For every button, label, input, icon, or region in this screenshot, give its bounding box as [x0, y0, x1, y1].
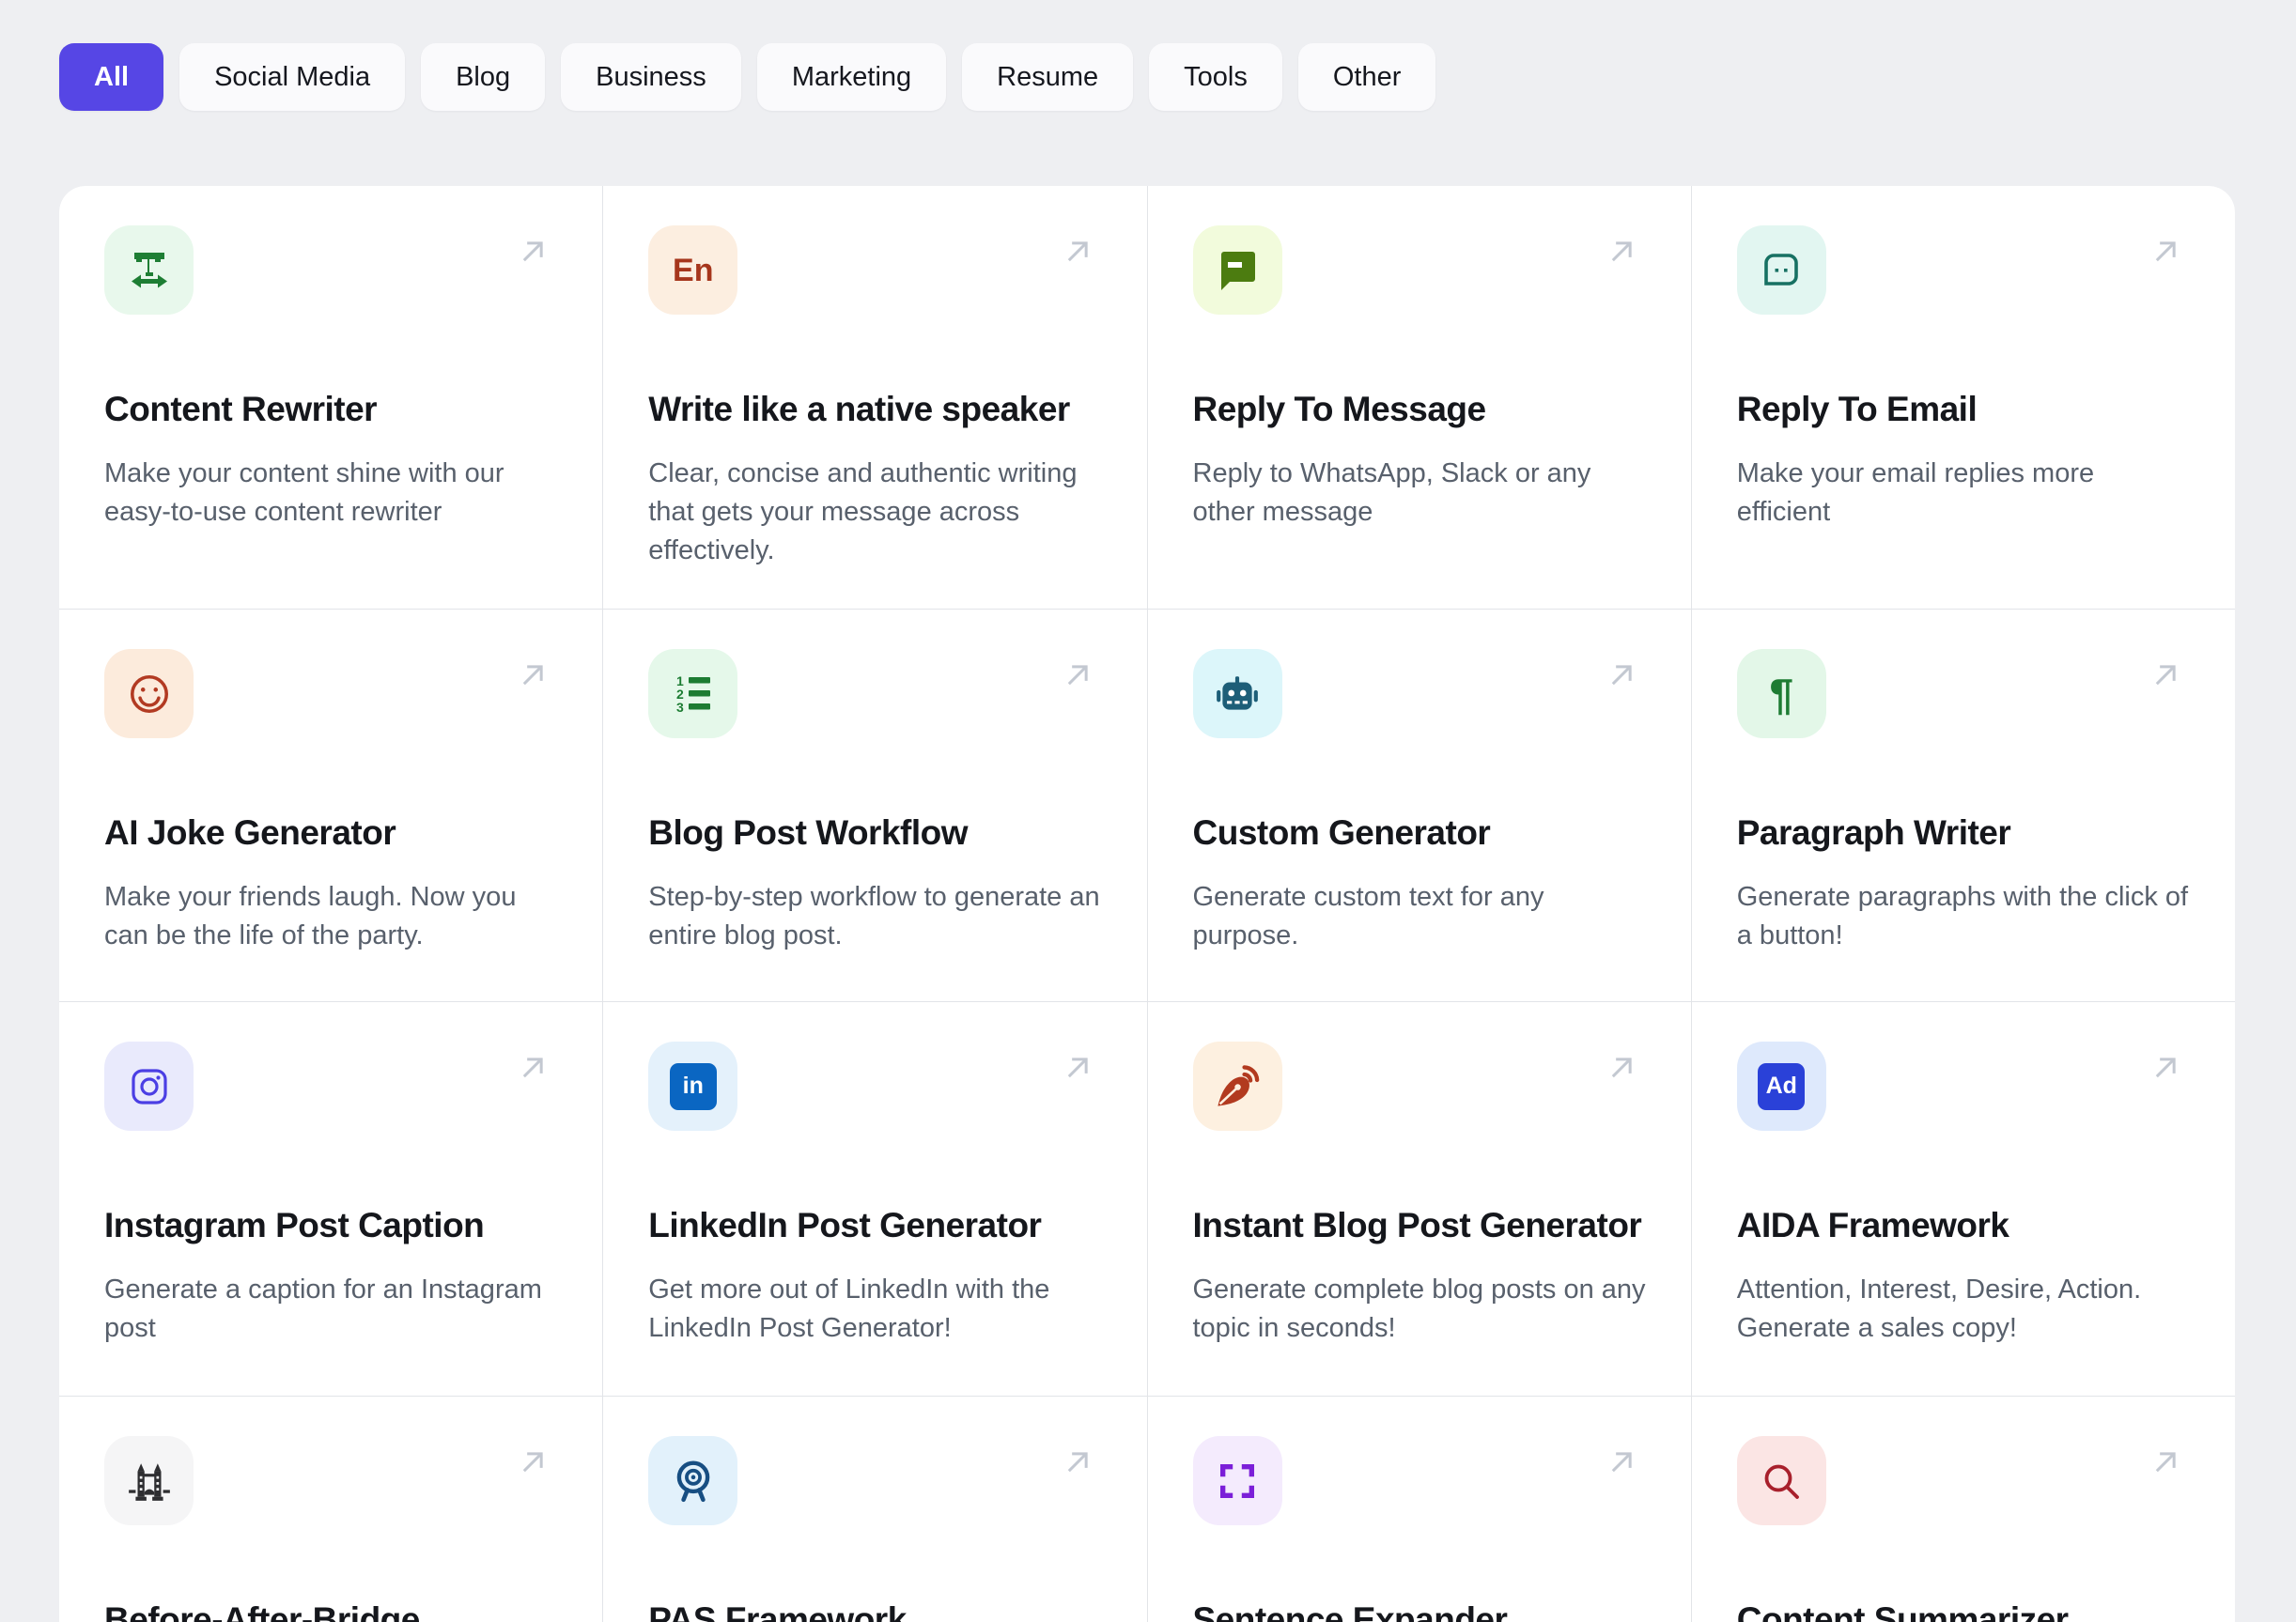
filter-chip-social-media[interactable]: Social Media — [179, 43, 406, 111]
card-sentence-expander[interactable]: Sentence Expander — [1147, 1397, 1691, 1622]
card-custom-generator[interactable]: Custom Generator Generate custom text fo… — [1147, 610, 1691, 1001]
linkedin-badge: in — [669, 1062, 717, 1110]
svg-text:3: 3 — [676, 700, 684, 715]
open-in-new-arrow-icon[interactable] — [1603, 1444, 1640, 1481]
filter-bar: All Social Media Blog Business Marketing… — [59, 43, 1436, 111]
ad-badge: Ad — [1758, 1062, 1806, 1110]
card-pas-framework[interactable]: PAS Framework — [603, 1397, 1147, 1622]
card-title: Instagram Post Caption — [104, 1206, 485, 1244]
card-content-rewriter[interactable]: Content Rewriter Make your content shine… — [59, 186, 603, 609]
card-title: Paragraph Writer — [1736, 813, 2011, 852]
open-in-new-arrow-icon[interactable] — [2147, 657, 2184, 694]
card-title: Sentence Expander — [1192, 1600, 1508, 1622]
filter-chip-blog[interactable]: Blog — [421, 43, 546, 111]
card-description: Generate paragraphs with the click of a … — [1736, 882, 2189, 950]
filter-chip-resume[interactable]: Resume — [962, 43, 1134, 111]
card-description: Clear, concise and authentic writing tha… — [648, 458, 1078, 565]
card-title: Content Rewriter — [104, 390, 378, 428]
card-description: Make your friends laugh. Now you can be … — [104, 882, 517, 950]
card-description: Make your email replies more efficient — [1736, 458, 2095, 527]
card-description: Step-by-step workflow to generate an ent… — [648, 882, 1100, 950]
pilcrow-icon: ¶ — [1736, 649, 1826, 738]
filter-chip-business[interactable]: Business — [561, 43, 741, 111]
open-in-new-arrow-icon[interactable] — [514, 1049, 551, 1087]
card-title: AI Joke Generator — [104, 813, 396, 852]
linkedin-icon: in — [648, 1042, 738, 1131]
card-description: Generate complete blog posts on any topi… — [1192, 1274, 1646, 1343]
card-reply-to-message[interactable]: Reply To Message Reply to WhatsApp, Slac… — [1147, 186, 1691, 609]
numbered-list-icon: 1 2 3 — [648, 649, 738, 738]
card-instagram-post-caption[interactable]: Instagram Post Caption Generate a captio… — [59, 1002, 603, 1396]
open-in-new-arrow-icon[interactable] — [1059, 233, 1096, 270]
template-grid: Content Rewriter Make your content shine… — [59, 186, 2235, 1622]
open-in-new-arrow-icon[interactable] — [514, 657, 551, 694]
card-description: Make your content shine with our easy-to… — [104, 458, 504, 527]
card-description: Reply to WhatsApp, Slack or any other me… — [1192, 458, 1591, 527]
open-in-new-arrow-icon[interactable] — [2147, 1049, 2184, 1087]
open-in-new-arrow-icon[interactable] — [1603, 657, 1640, 694]
card-title: Write like a native speaker — [648, 390, 1070, 428]
ad-badge-icon: Ad — [1736, 1042, 1826, 1131]
card-title: AIDA Framework — [1736, 1206, 2009, 1244]
card-title: LinkedIn Post Generator — [648, 1206, 1042, 1244]
filter-chip-marketing[interactable]: Marketing — [756, 43, 947, 111]
card-aida-framework[interactable]: Ad AIDA Framework Attention, Interest, D… — [1691, 1002, 2235, 1396]
filter-chip-tools[interactable]: Tools — [1149, 43, 1282, 111]
expand-corners-icon — [1192, 1436, 1282, 1525]
pilcrow-glyph: ¶ — [1769, 669, 1794, 718]
english-en-icon: En — [648, 225, 738, 315]
tower-bridge-icon — [104, 1436, 194, 1525]
card-ai-joke-generator[interactable]: AI Joke Generator Make your friends laug… — [59, 610, 603, 1001]
ad-glyph: Ad — [1765, 1073, 1797, 1099]
instagram-icon — [104, 1042, 194, 1131]
en-glyph: En — [673, 252, 714, 288]
open-in-new-arrow-icon[interactable] — [2147, 233, 2184, 270]
open-in-new-arrow-icon[interactable] — [514, 233, 551, 270]
robot-icon — [1192, 649, 1282, 738]
card-title: Content Summarizer — [1736, 1600, 2069, 1622]
card-title: Blog Post Workflow — [648, 813, 969, 852]
card-description: Get more out of LinkedIn with the Linked… — [648, 1274, 1050, 1343]
linkedin-in-glyph: in — [682, 1073, 704, 1099]
card-description: Generate a caption for an Instagram post — [104, 1274, 542, 1343]
card-description: Generate custom text for any purpose. — [1192, 882, 1544, 950]
filter-chip-all[interactable]: All — [59, 43, 164, 111]
card-title: Instant Blog Post Generator — [1192, 1206, 1642, 1244]
card-write-native-speaker[interactable]: En Write like a native speaker Clear, co… — [603, 186, 1147, 609]
pen-signal-icon — [1192, 1042, 1282, 1131]
card-linkedin-post-generator[interactable]: in LinkedIn Post Generator Get more out … — [603, 1002, 1147, 1396]
card-title: PAS Framework — [648, 1600, 907, 1622]
card-before-after-bridge[interactable]: Before-After-Bridge — [59, 1397, 603, 1622]
open-in-new-arrow-icon[interactable] — [1059, 657, 1096, 694]
card-title: Reply To Message — [1192, 390, 1487, 428]
open-in-new-arrow-icon[interactable] — [514, 1444, 551, 1481]
card-paragraph-writer[interactable]: ¶ Paragraph Writer Generate paragraphs w… — [1691, 610, 2235, 1001]
open-in-new-arrow-icon[interactable] — [1059, 1444, 1096, 1481]
card-title: Reply To Email — [1736, 390, 1978, 428]
card-instant-blog-post-generator[interactable]: Instant Blog Post Generator Generate com… — [1147, 1002, 1691, 1396]
card-reply-to-email[interactable]: Reply To Email Make your email replies m… — [1691, 186, 2235, 609]
card-description: Attention, Interest, Desire, Action. Gen… — [1736, 1274, 2142, 1343]
card-blog-post-workflow[interactable]: 1 2 3 Blog Post Workflow Step-by-step wo… — [603, 610, 1147, 1001]
open-in-new-arrow-icon[interactable] — [1603, 1049, 1640, 1087]
open-in-new-arrow-icon[interactable] — [1603, 233, 1640, 270]
target-board-icon — [648, 1436, 738, 1525]
card-content-summarizer[interactable]: Content Summarizer — [1691, 1397, 2235, 1622]
chat-bubble-icon — [1192, 225, 1282, 315]
open-in-new-arrow-icon[interactable] — [2147, 1444, 2184, 1481]
card-title: Before-After-Bridge — [104, 1600, 420, 1622]
magnifier-icon — [1736, 1436, 1826, 1525]
open-in-new-arrow-icon[interactable] — [1059, 1049, 1096, 1087]
message-dots-icon — [1736, 225, 1826, 315]
filter-chip-other[interactable]: Other — [1297, 43, 1436, 111]
smiley-face-icon — [104, 649, 194, 738]
text-rewrite-icon — [104, 225, 194, 315]
card-title: Custom Generator — [1192, 813, 1491, 852]
